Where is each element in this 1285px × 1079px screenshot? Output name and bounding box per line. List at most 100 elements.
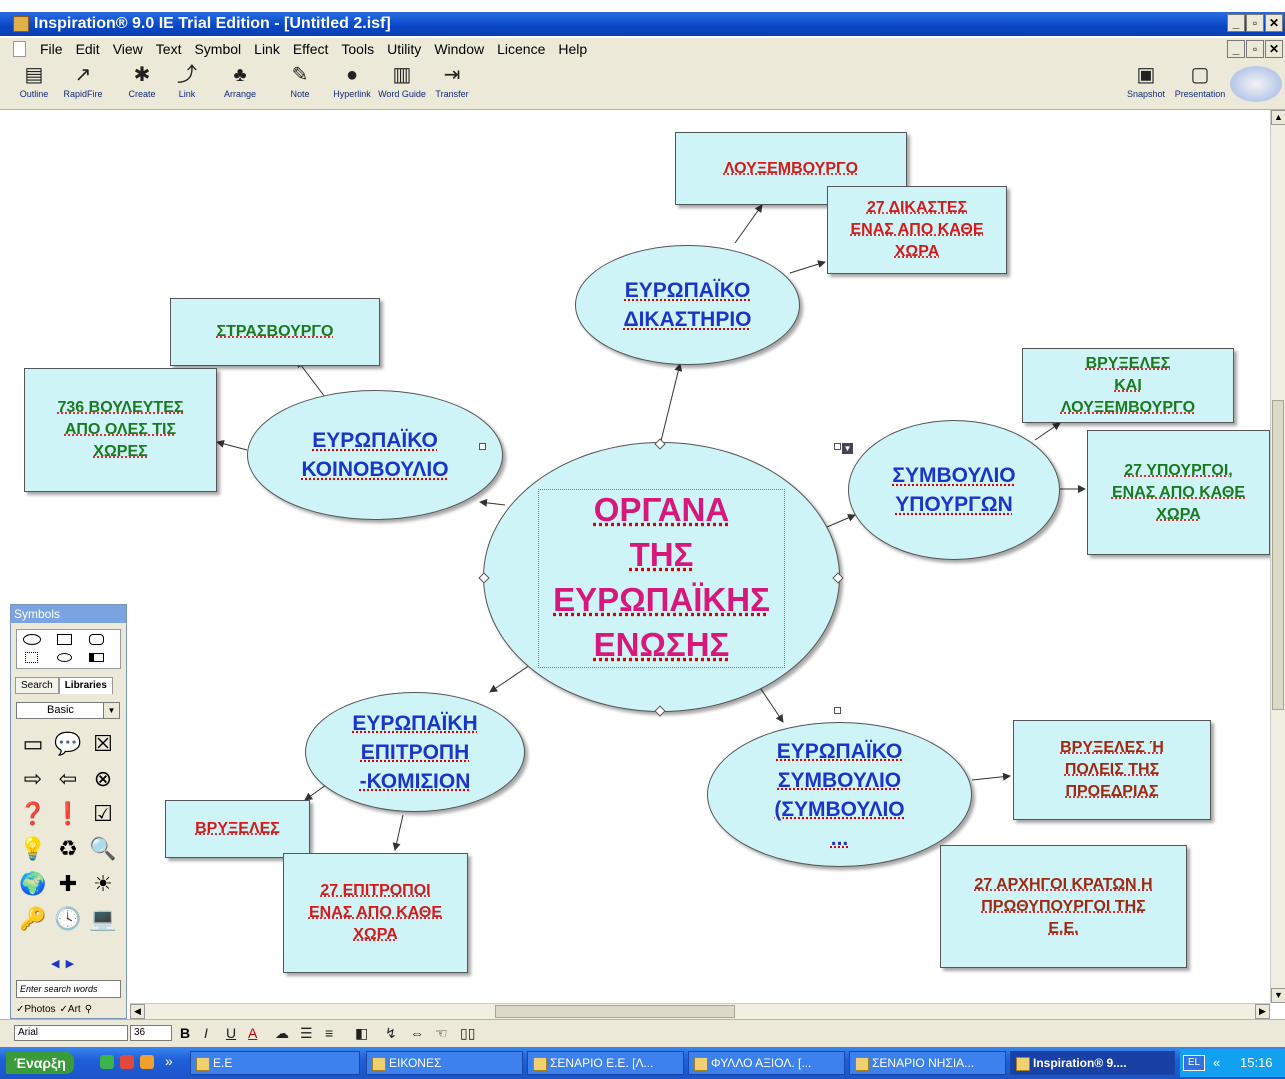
snapshot-button[interactable]: ▣ Snapshot: [1124, 62, 1168, 100]
next-page-icon[interactable]: ▶: [66, 958, 74, 970]
link-eucouncil-city[interactable]: [971, 772, 1011, 781]
font-size-select[interactable]: 36: [130, 1025, 172, 1041]
link-parliament-members[interactable]: [216, 439, 248, 451]
council-members-node[interactable]: 27 ΥΠΟΥΡΓΟΙ, ΕΝΑΣ ΑΠΟ ΚΑΘΕ ΧΩΡΑ: [1087, 430, 1270, 555]
doc-close-button[interactable]: ✕: [1265, 40, 1283, 58]
chrome-icon[interactable]: [120, 1055, 134, 1069]
small-oval-icon[interactable]: [57, 653, 72, 662]
link-court-city[interactable]: [734, 204, 763, 244]
firefox-icon[interactable]: [140, 1055, 154, 1069]
document-icon[interactable]: [13, 41, 26, 57]
minimize-button[interactable]: _: [1227, 14, 1245, 32]
menu-text[interactable]: Text: [156, 38, 182, 60]
symbol-page-nav[interactable]: ◀ ▶: [51, 957, 74, 970]
scroll-right-icon[interactable]: ▶: [1255, 1004, 1270, 1019]
language-indicator[interactable]: EL: [1183, 1055, 1205, 1071]
rapidfire-button[interactable]: ↗ RapidFire: [58, 62, 108, 100]
resize-handle[interactable]: [479, 443, 486, 450]
text-color-button[interactable]: A: [248, 1024, 257, 1042]
right-arrow-icon[interactable]: ⇨: [16, 762, 50, 796]
arrow-style-icon[interactable]: ↯: [385, 1024, 397, 1042]
parliament-node[interactable]: ΕΥΡΩΠΑΪΚΟ ΚΟΙΝΟΒΟΥΛΙΟ: [247, 390, 503, 520]
rect-shape-icon[interactable]: [57, 634, 72, 645]
menu-view[interactable]: View: [113, 38, 143, 60]
speech-bubble-icon[interactable]: 💬: [51, 727, 85, 761]
commission-city-node[interactable]: ΒΡΥΞΕΛΕΣ: [165, 800, 310, 858]
resize-handle[interactable]: [834, 443, 841, 450]
italic-button[interactable]: I: [204, 1024, 208, 1042]
task-fyllo-axiol[interactable]: ΦΥΛΛΟ ΑΞΙΟΛ. [...: [688, 1051, 845, 1075]
task-inspiration[interactable]: Inspiration® 9....: [1010, 1051, 1175, 1075]
hand-icon[interactable]: ☜: [435, 1024, 448, 1042]
court-judges-node[interactable]: 27 ΔΙΚΑΣΤΕΣ ΕΝΑΣ ΑΠΟ ΚΑΘΕ ΧΩΡΑ: [827, 186, 1007, 274]
shadow-icon[interactable]: ◧: [355, 1024, 368, 1042]
chevron-down-icon[interactable]: ▼: [103, 703, 119, 718]
eucouncil-members-node[interactable]: 27 ΑΡΧΗΓΟΙ ΚΡΑΤΩΝ Η ΠΡΩΘΥΠΟΥΡΓΟΙ ΤΗΣ Ε.Ε…: [940, 845, 1187, 968]
link-center-commission[interactable]: [489, 664, 531, 693]
parliament-city-node[interactable]: ΣΤΡΑΣΒΟΥΡΓΟ: [170, 298, 380, 366]
transfer-button[interactable]: ⇥ Transfer: [432, 62, 472, 100]
link-arrows-icon[interactable]: ⇔: [410, 1024, 424, 1042]
link-court-judges[interactable]: [789, 260, 826, 274]
font-select[interactable]: Arial: [14, 1025, 128, 1041]
link-council-city[interactable]: [1034, 422, 1061, 441]
menu-window[interactable]: Window: [434, 38, 484, 60]
scroll-up-icon[interactable]: ▲: [1271, 110, 1285, 125]
bold-button[interactable]: B: [180, 1024, 190, 1042]
link-commission-members[interactable]: [392, 814, 404, 851]
start-button[interactable]: Έναρξη: [6, 1052, 74, 1074]
exclamation-icon[interactable]: ❗: [51, 797, 85, 831]
line-width-icon[interactable]: ≡: [325, 1024, 333, 1042]
sun-icon[interactable]: ☀: [86, 867, 120, 901]
task-senario-ee[interactable]: ΣΕΝΑΡΙΟ Ε.Ε. [Λ...: [527, 1051, 684, 1075]
quicklaunch-icon[interactable]: [100, 1055, 114, 1069]
task-eikones-folder[interactable]: ΕΙΚΟΝΕΣ: [366, 1051, 523, 1075]
globe-icon[interactable]: 🌍: [16, 867, 50, 901]
rounded-shape-icon[interactable]: [89, 634, 104, 645]
clock-icon[interactable]: 🕓: [51, 902, 85, 936]
court-node[interactable]: ΕΥΡΩΠΑΪΚΟ ΔΙΚΑΣΤΗΡΙΟ: [575, 245, 800, 365]
diagram-canvas[interactable]: ΕΥΡΩΠΑΪΚΟ ΔΙΚΑΣΤΗΡΙΟ ΛΟΥΞΕΜΒΟΥΡΓΟ 27 ΔΙΚ…: [0, 110, 1270, 1003]
arrange-button[interactable]: ♣ Arrange: [220, 62, 260, 100]
center-node[interactable]: ΟΡΓΑΝΑ ΤΗΣ ΕΥΡΩΠΑΪΚΗΣ ΕΝΩΣΗΣ: [483, 442, 840, 712]
text-shape-icon[interactable]: [25, 652, 38, 663]
underline-button[interactable]: U: [226, 1024, 236, 1042]
menu-licence[interactable]: Licence: [497, 38, 545, 60]
tab-search[interactable]: Search: [15, 677, 59, 694]
menu-file[interactable]: File: [40, 38, 63, 60]
oval-shape-icon[interactable]: [23, 634, 41, 645]
vertical-scroll-thumb[interactable]: [1272, 400, 1284, 710]
vertical-scrollbar[interactable]: ▲ ▼: [1270, 110, 1285, 1003]
menu-link[interactable]: Link: [254, 38, 280, 60]
checkmark-icon[interactable]: ☑: [86, 797, 120, 831]
node-menu-dropdown[interactable]: ▼: [842, 443, 853, 454]
note-button[interactable]: ✎ Note: [285, 62, 315, 100]
scroll-left-icon[interactable]: ◀: [130, 1004, 145, 1019]
puzzle-icon[interactable]: ✚: [51, 867, 85, 901]
menu-help[interactable]: Help: [558, 38, 587, 60]
left-arrow-icon[interactable]: ⇦: [51, 762, 85, 796]
resize-handle[interactable]: [834, 707, 841, 714]
photos-checkbox[interactable]: ✓Photos: [16, 1004, 56, 1015]
maximize-button[interactable]: ▫: [1246, 14, 1264, 32]
menu-symbol[interactable]: Symbol: [194, 38, 241, 60]
create-button[interactable]: ✱ Create: [122, 62, 162, 100]
x-oval-icon[interactable]: ⊗: [86, 762, 120, 796]
eucouncil-node[interactable]: ΕΥΡΩΠΑΪΚΟ ΣΥΜΒΟΥΛΙΟ (ΣΥΜΒΟΥΛΙΟ ...: [707, 722, 972, 867]
menu-effect[interactable]: Effect: [293, 38, 329, 60]
link-button[interactable]: ⤴ Link: [172, 62, 202, 100]
question-icon[interactable]: ❓: [16, 797, 50, 831]
lightbulb-icon[interactable]: 💡: [16, 832, 50, 866]
council-node[interactable]: ΣΥΜΒΟΥΛΙΟ ΥΠΟΥΡΓΩΝ: [848, 420, 1060, 560]
menu-utility[interactable]: Utility: [387, 38, 421, 60]
search-icon[interactable]: ⚲: [85, 1004, 92, 1015]
commission-members-node[interactable]: 27 ΕΠΙΤΡΟΠΟΙ ΕΝΑΣ ΑΠΟ ΚΑΘΕ ΧΩΡΑ: [283, 853, 468, 973]
link-center-court[interactable]: [659, 363, 683, 446]
menu-edit[interactable]: Edit: [76, 38, 100, 60]
x-box-icon[interactable]: ☒: [86, 727, 120, 761]
doc-maximize-button[interactable]: ▫: [1246, 40, 1264, 58]
eucouncil-city-node[interactable]: ΒΡΥΞΕΛΕΣ Ή ΠΟΛΕΙΣ ΤΗΣ ΠΡΟΕΔΡΙΑΣ: [1013, 720, 1211, 820]
menu-tools[interactable]: Tools: [341, 38, 374, 60]
hyperlink-button[interactable]: ● Hyperlink: [330, 62, 374, 100]
key-icon[interactable]: 🔑: [16, 902, 50, 936]
